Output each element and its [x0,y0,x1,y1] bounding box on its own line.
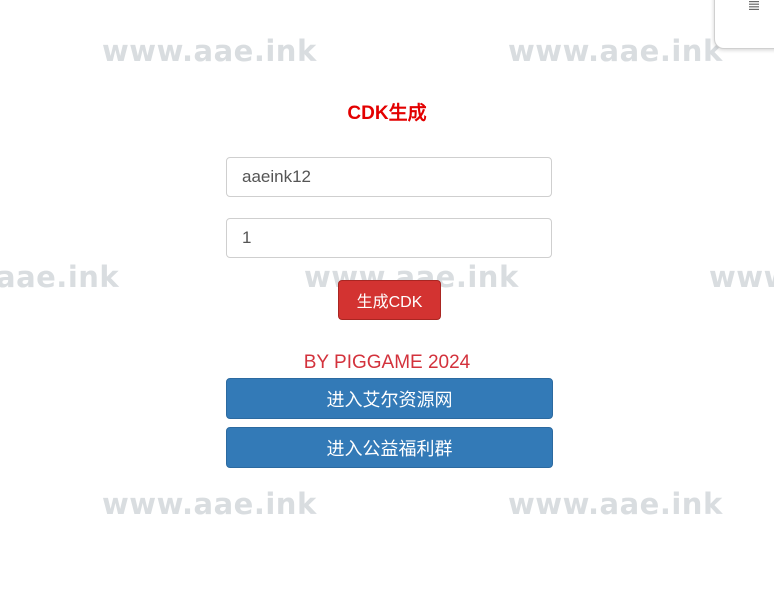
cdk-count-input[interactable] [226,218,552,258]
resource-site-button[interactable]: 进入艾尔资源网 [226,378,553,419]
watermark: www.aae.ink [102,34,317,68]
cdk-name-input[interactable] [226,157,552,197]
watermark: aae.ink [0,260,120,294]
watermark: www.aae.ink [508,487,723,521]
document-icon [749,1,759,10]
watermark: www [709,260,774,294]
byline-text: BY PIGGAME 2024 [303,352,471,373]
welfare-group-button[interactable]: 进入公益福利群 [226,427,553,468]
generate-cdk-button[interactable]: 生成CDK [338,280,441,320]
floating-document-tab[interactable] [714,0,774,49]
watermark: www.aae.ink [508,34,723,68]
watermark: www.aae.ink [102,487,317,521]
page-title: CDK生成 [347,103,427,124]
